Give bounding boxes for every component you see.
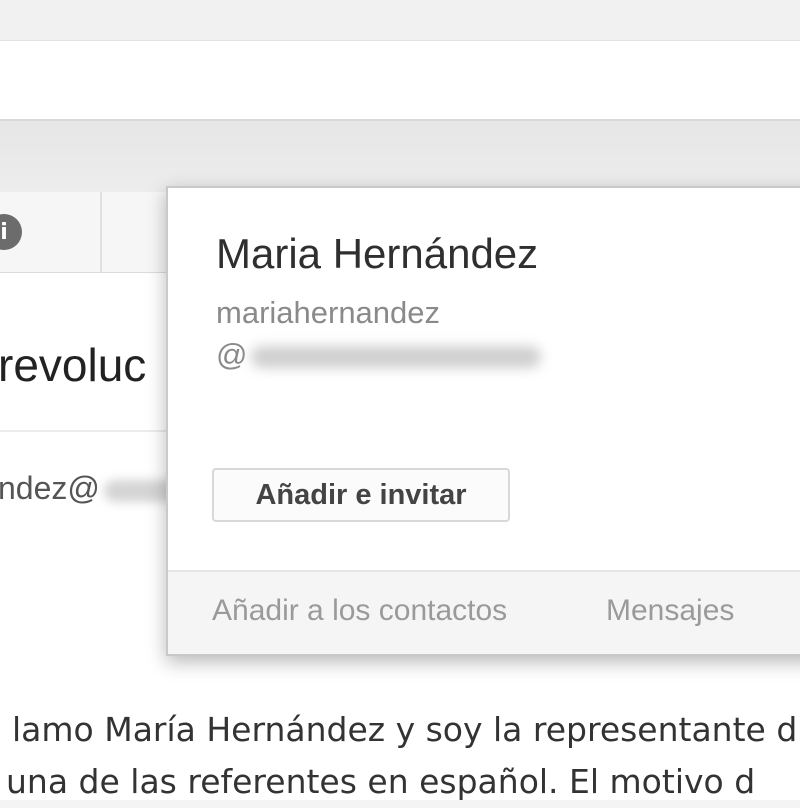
message-subject: revoluc	[0, 339, 147, 391]
contact-email-user: mariahernandez	[216, 295, 441, 330]
contact-email-at: @	[216, 337, 248, 372]
header-area	[0, 41, 800, 119]
browser-top-bar	[0, 0, 800, 41]
sender-address[interactable]: ndez@	[0, 470, 194, 507]
contact-email: mariahernandez @	[216, 292, 542, 376]
redacted-domain	[251, 345, 542, 368]
contact-card-footer: Añadir a los contactos Mensajes	[168, 570, 800, 654]
body-line: una de las referentes en español. El mot…	[6, 762, 756, 801]
messages-link[interactable]: Mensajes	[606, 594, 734, 628]
body-line: lamo María Hernández y soy la representa…	[12, 710, 798, 749]
toolbar-area	[0, 119, 800, 193]
add-and-invite-button[interactable]: Añadir e invitar	[212, 468, 510, 522]
message-body: lamo María Hernández y soy la representa…	[0, 704, 800, 808]
sender-address-text: ndez@	[0, 470, 100, 506]
contact-name: Maria Hernández	[216, 230, 539, 277]
toolbar-separator	[100, 192, 102, 272]
add-to-contacts-link[interactable]: Añadir a los contactos	[212, 594, 507, 628]
contact-email-domain-line: @	[216, 334, 542, 376]
contact-card-popup: Maria Hernández mariahernandez @ Añadir …	[166, 186, 800, 656]
